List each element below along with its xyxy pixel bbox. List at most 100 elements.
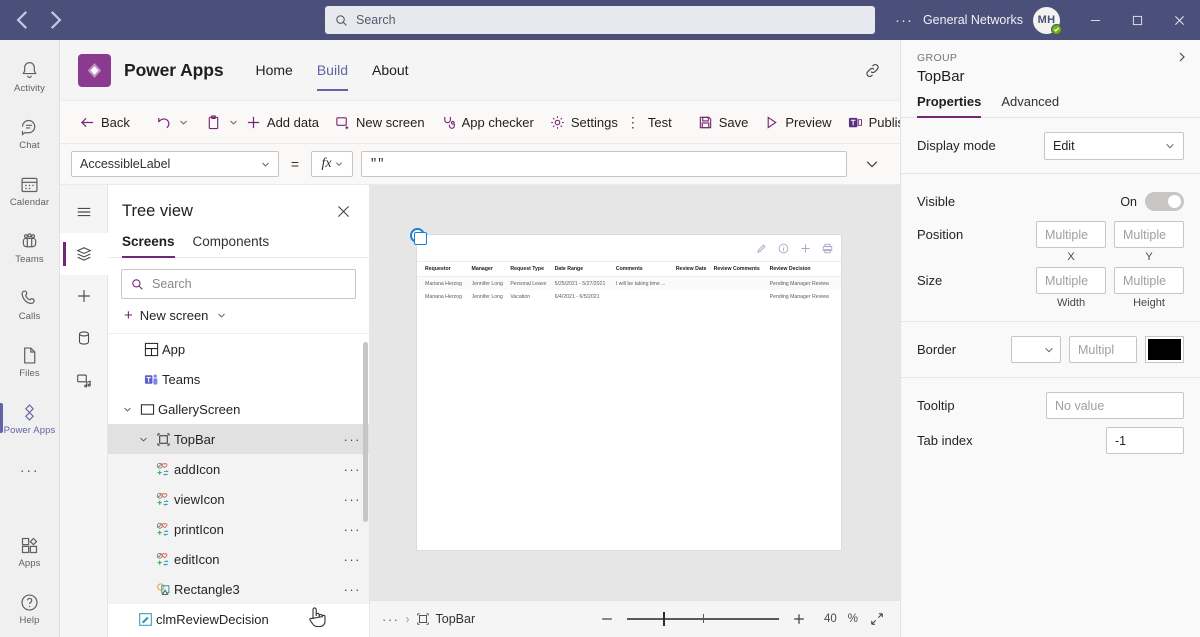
rail-item-calls[interactable]: Calls <box>0 276 60 333</box>
fx-button[interactable]: fx <box>311 151 353 177</box>
visible-toggle[interactable] <box>1145 192 1184 211</box>
tab-properties[interactable]: Properties <box>917 94 981 117</box>
strip-item-insert[interactable] <box>60 275 108 317</box>
strip-item-tree-view[interactable] <box>60 233 108 275</box>
table-row[interactable]: Mariana Herzog Jennifer Long Personal Le… <box>417 277 841 291</box>
fit-screen-button[interactable] <box>866 612 888 626</box>
nav-item-build[interactable]: Build <box>307 40 358 101</box>
paste-dropdown[interactable] <box>229 107 238 138</box>
rail-item-files[interactable]: Files <box>0 333 60 390</box>
tab-screens[interactable]: Screens <box>122 231 175 257</box>
titlebar-overflow-button[interactable]: ··· <box>885 12 923 29</box>
rail-item-power-apps[interactable]: Power Apps <box>0 390 60 447</box>
rail-more-apps-button[interactable]: ··· <box>20 447 40 493</box>
strip-item-media[interactable] <box>60 359 108 401</box>
property-selector[interactable]: AccessibleLabel <box>71 151 279 177</box>
tree-node-overflow-button[interactable]: ··· <box>338 462 362 477</box>
app-checker-button[interactable]: App checker <box>433 107 542 138</box>
tree-node-addicon[interactable]: addIcon ··· <box>108 454 369 484</box>
paste-button[interactable] <box>198 107 229 138</box>
table-row[interactable]: Mariana Herzog Jennifer Long Vacation 6/… <box>417 290 841 303</box>
back-button[interactable]: Back <box>72 107 138 138</box>
tree-node-galleryscreen[interactable]: GalleryScreen <box>108 394 369 424</box>
tree-node-clmreviewdecision[interactable]: clmReviewDecision <box>108 604 369 634</box>
tree-node-rectangle3[interactable]: Rectangle3 ··· <box>108 574 369 604</box>
zoom-slider[interactable] <box>627 612 779 626</box>
save-button[interactable]: Save <box>690 107 757 138</box>
properties-expand-button[interactable] <box>1176 50 1188 68</box>
canvas-scroll-region[interactable]: Requestor Manager Request Type Date Rang… <box>370 185 900 600</box>
add-data-button[interactable]: Add data <box>238 107 327 138</box>
tree-node-overflow-button[interactable]: ··· <box>338 492 362 507</box>
nav-item-about[interactable]: About <box>362 40 419 101</box>
display-mode-select[interactable]: Edit <box>1044 132 1184 160</box>
rail-item-activity[interactable]: Activity <box>0 48 60 105</box>
formula-bar-expand-button[interactable] <box>855 149 889 179</box>
command-bar-overflow-button[interactable]: ⋮ <box>626 107 640 138</box>
new-screen-menu-button[interactable]: + New screen <box>108 299 369 334</box>
settings-button[interactable]: Settings <box>542 107 626 138</box>
undo-dropdown[interactable] <box>179 107 188 138</box>
preview-button[interactable]: Preview <box>756 107 839 138</box>
canvas-selection-handle[interactable] <box>410 228 425 243</box>
size-height-input[interactable]: Multiple <box>1114 267 1184 294</box>
rail-item-teams[interactable]: Teams <box>0 219 60 276</box>
tree-node-viewicon[interactable]: viewIcon ··· <box>108 484 369 514</box>
app-preview-canvas[interactable]: Requestor Manager Request Type Date Rang… <box>417 235 841 550</box>
zoom-in-button[interactable] <box>790 613 808 625</box>
tree-view-scrollbar[interactable] <box>363 342 368 522</box>
strip-item-menu[interactable] <box>60 191 108 233</box>
phone-icon <box>19 288 40 309</box>
forward-nav-arrow[interactable] <box>42 7 68 33</box>
rail-item-chat[interactable]: Chat <box>0 105 60 162</box>
plus-icon[interactable] <box>800 243 811 254</box>
property-selector-value: AccessibleLabel <box>80 157 261 171</box>
chevron-down-icon[interactable] <box>118 405 136 414</box>
tree-node-overflow-button[interactable]: ··· <box>338 552 362 567</box>
tree-node-editicon[interactable]: editIcon ··· <box>108 544 369 574</box>
link-icon[interactable] <box>863 61 882 80</box>
tree-node-teams[interactable]: Teams <box>108 364 369 394</box>
tree-view-close-button[interactable] <box>331 199 355 223</box>
tree-node-overflow-button[interactable]: ··· <box>338 582 362 597</box>
tree-search-input[interactable]: Search <box>121 269 356 299</box>
nav-item-home[interactable]: Home <box>245 40 302 101</box>
minimize-button[interactable] <box>1074 0 1116 40</box>
rail-item-help[interactable]: Help <box>0 580 60 637</box>
close-button[interactable] <box>1158 0 1200 40</box>
undo-button[interactable] <box>148 107 179 138</box>
tab-index-input[interactable]: -1 <box>1106 427 1184 454</box>
tree-node-printicon[interactable]: printIcon ··· <box>108 514 369 544</box>
avatar[interactable]: MH <box>1033 7 1060 34</box>
tree-node-topbar[interactable]: TopBar ··· <box>108 424 369 454</box>
test-button[interactable]: Test <box>640 107 680 138</box>
back-nav-arrow[interactable] <box>10 7 36 33</box>
border-thickness-input[interactable]: Multipl <box>1069 336 1137 363</box>
tooltip-input[interactable]: No value <box>1046 392 1184 419</box>
strip-item-data[interactable] <box>60 317 108 359</box>
new-screen-button[interactable]: New screen <box>327 107 433 138</box>
rail-item-calendar[interactable]: Calendar <box>0 162 60 219</box>
tab-components[interactable]: Components <box>193 231 270 257</box>
border-style-select[interactable] <box>1011 336 1061 363</box>
position-y-input[interactable]: Multiple <box>1114 221 1184 248</box>
tree-node-app[interactable]: App <box>108 334 369 364</box>
breadcrumb-selected-control[interactable]: TopBar <box>416 612 476 626</box>
maximize-button[interactable] <box>1116 0 1158 40</box>
chevron-down-icon[interactable] <box>134 435 152 444</box>
print-icon[interactable] <box>822 243 833 254</box>
formula-input[interactable]: "" <box>361 151 847 177</box>
global-search[interactable]: Search <box>325 6 875 34</box>
pencil-icon[interactable] <box>756 243 767 254</box>
rail-item-apps[interactable]: Apps <box>0 523 60 580</box>
tree-node-overflow-button[interactable]: ··· <box>338 432 362 447</box>
info-icon[interactable] <box>778 243 789 254</box>
tree-node-overflow-button[interactable]: ··· <box>338 522 362 537</box>
border-color-swatch[interactable] <box>1145 336 1184 363</box>
size-width-input[interactable]: Multiple <box>1036 267 1106 294</box>
zoom-slider-thumb[interactable] <box>663 612 666 626</box>
zoom-out-button[interactable] <box>598 613 616 625</box>
position-x-input[interactable]: Multiple <box>1036 221 1106 248</box>
breadcrumb-overflow-button[interactable]: ··· <box>382 612 400 627</box>
tab-advanced[interactable]: Advanced <box>1001 94 1059 117</box>
